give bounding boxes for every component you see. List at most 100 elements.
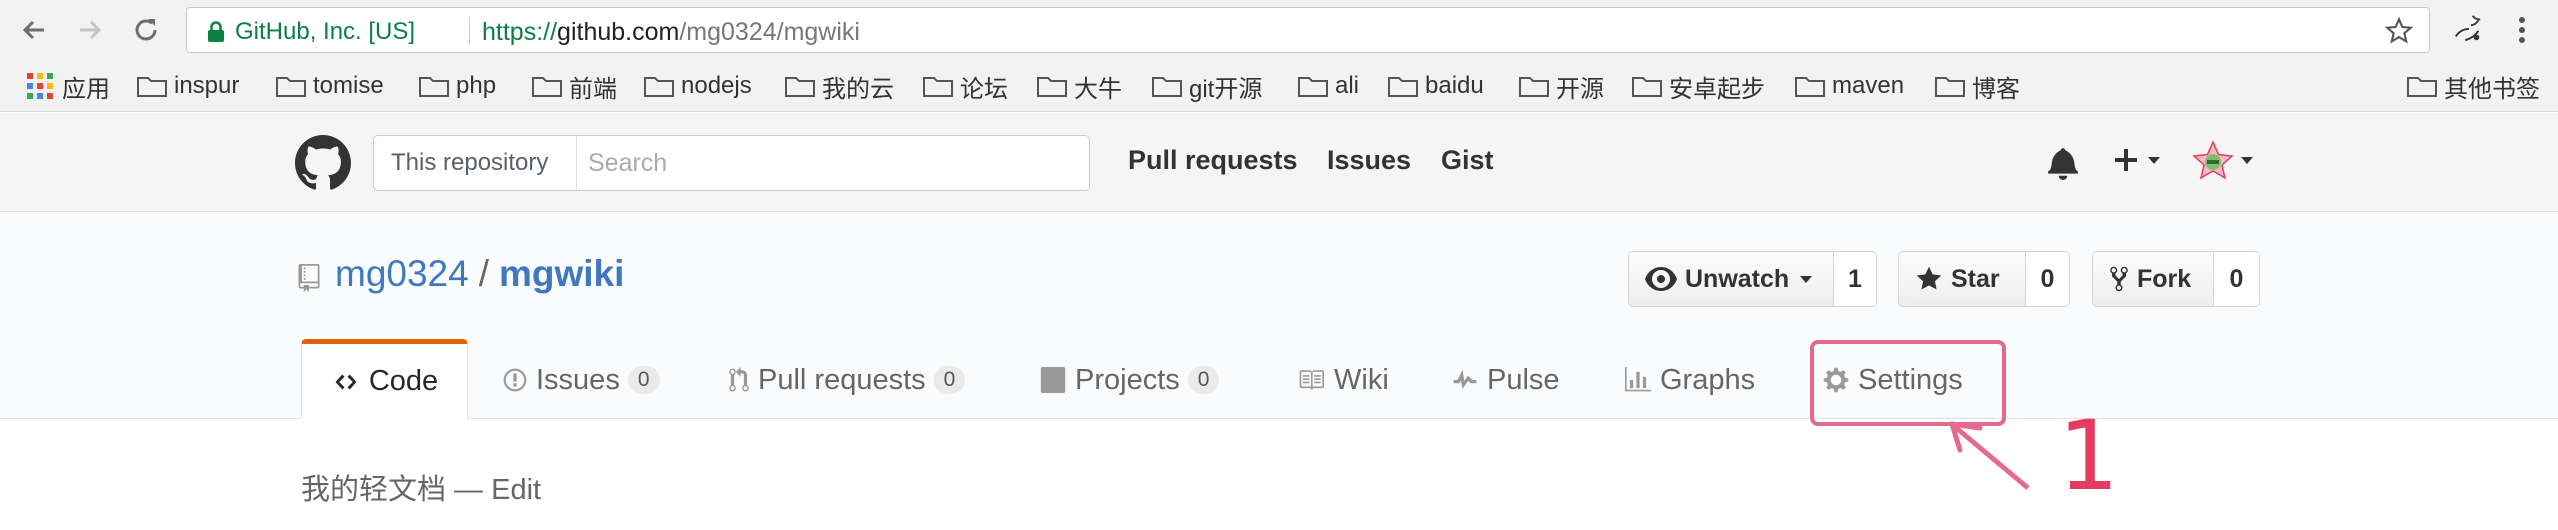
translate-extension-button[interactable] <box>2452 12 2484 44</box>
bookmark-folder[interactable]: inspur <box>137 71 239 101</box>
fork-label: Fork <box>2137 264 2192 293</box>
nav-gist[interactable]: Gist <box>1441 145 1494 176</box>
tab-wiki[interactable]: Wiki <box>1296 341 1389 419</box>
unwatch-label: Unwatch <box>1685 264 1790 293</box>
bookmark-folder[interactable]: 前端 <box>532 71 617 103</box>
tab-label: Code <box>368 365 439 397</box>
tab-code[interactable]: Code <box>301 339 468 419</box>
tab-label: Pull requests <box>758 363 926 396</box>
nav-issues[interactable]: Issues <box>1327 145 1411 176</box>
annotation-number: 1 <box>2058 400 2120 512</box>
folder-icon <box>785 77 815 97</box>
arrow-right-icon <box>80 20 102 40</box>
tab-graphs[interactable]: Graphs <box>1624 341 1755 419</box>
bookmark-folder[interactable]: 我的云 <box>785 71 894 103</box>
watchers-count[interactable]: 1 <box>1834 251 1877 307</box>
folder-icon <box>1632 77 1662 97</box>
bookmark-folder[interactable]: git开源 <box>1152 71 1263 103</box>
fork-button[interactable]: Fork <box>2092 251 2214 307</box>
bookmark-folder[interactable]: nodejs <box>644 71 752 101</box>
bookmark-label: nodejs <box>681 72 752 99</box>
tab-pulse[interactable]: Pulse <box>1451 341 1560 419</box>
url-text[interactable]: https://github.com/mg0324/mgwiki <box>482 18 860 47</box>
bookmark-label: baidu <box>1425 72 1484 99</box>
bookmark-star-icon[interactable] <box>2385 17 2413 45</box>
bookmark-folder[interactable]: 大牛 <box>1037 71 1122 103</box>
tab-label: Issues <box>536 363 620 396</box>
bookmark-label: maven <box>1832 72 1905 99</box>
forks-count[interactable]: 0 <box>2214 251 2260 307</box>
bookmark-label: 论坛 <box>960 75 1008 103</box>
notifications-bell-icon[interactable] <box>2048 146 2078 180</box>
graph-icon <box>1625 367 1651 392</box>
bookmark-folder[interactable]: 论坛 <box>923 71 1008 103</box>
tab-issues[interactable]: Issues 0 <box>502 341 660 419</box>
search-box: This repository <box>373 135 1090 191</box>
repo-title: mg0324/mgwiki <box>335 253 624 295</box>
bookmark-folder[interactable]: ali <box>1298 71 1359 101</box>
plus-icon <box>2115 149 2160 171</box>
bookmark-label: tomise <box>313 72 384 99</box>
bookmark-apps[interactable]: 应用 <box>26 71 110 103</box>
folder-icon <box>1298 77 1328 97</box>
bookmark-label: 安卓起步 <box>1669 75 1765 103</box>
reload-button[interactable] <box>130 14 162 46</box>
address-bar[interactable]: GitHub, Inc. [US] https://github.com/mg0… <box>186 7 2430 53</box>
bookmark-folder[interactable]: baidu <box>1388 71 1484 101</box>
tab-label: Projects <box>1075 363 1180 396</box>
tab-counter: 0 <box>1187 366 1220 394</box>
repo-description: 我的轻文档 — Edit <box>301 474 542 506</box>
folder-icon <box>532 77 562 97</box>
unwatch-button[interactable]: Unwatch <box>1628 251 1834 307</box>
bookmark-label: 大牛 <box>1074 75 1122 103</box>
folder-icon <box>1152 77 1182 97</box>
bookmark-label: git开源 <box>1189 75 1263 103</box>
other-bookmarks-folder[interactable]: 其他书签 <box>2407 71 2540 103</box>
browser-menu-button[interactable] <box>2506 14 2538 46</box>
search-input[interactable] <box>588 144 1068 182</box>
chevron-down-icon <box>1800 276 1813 283</box>
folder-icon <box>2407 77 2437 97</box>
divider <box>469 17 470 44</box>
tab-counter: 0 <box>933 366 966 394</box>
repo-header: mg0324/mgwiki Unwatch 1 Star 0 Fork 0 Co… <box>0 213 2558 419</box>
url-host: github.com <box>557 18 680 46</box>
folder-icon <box>923 77 953 97</box>
repo-name-link[interactable]: mgwiki <box>499 253 624 294</box>
repo-icon <box>298 264 320 292</box>
bookmark-label: inspur <box>174 72 240 99</box>
tab-projects[interactable]: Projects 0 <box>1039 341 1220 419</box>
folder-icon <box>644 77 674 97</box>
nav-pull-requests[interactable]: Pull requests <box>1128 145 1298 176</box>
bookmark-folder[interactable]: 博客 <box>1935 71 2020 103</box>
pulse-icon <box>1453 369 1477 390</box>
settings-highlight-box <box>1810 340 2006 426</box>
star-icon <box>1916 266 1942 290</box>
chevron-down-icon <box>2241 157 2253 164</box>
bookmark-label: php <box>456 72 497 99</box>
folder-icon <box>137 77 167 97</box>
stargazers-count[interactable]: 0 <box>2026 251 2070 307</box>
tab-counter: 0 <box>627 366 660 394</box>
forward-button[interactable] <box>74 14 106 46</box>
create-new-dropdown[interactable] <box>2112 143 2164 179</box>
tab-pull-requests[interactable]: Pull requests 0 <box>728 341 966 419</box>
folder-icon <box>1388 77 1418 97</box>
bookmark-folder[interactable]: php <box>419 71 496 101</box>
repo-owner-link[interactable]: mg0324 <box>335 253 469 294</box>
project-icon <box>1040 367 1066 393</box>
book-icon <box>1299 370 1324 390</box>
search-scope-label: This repository <box>374 136 577 190</box>
bookmark-folder[interactable]: 开源 <box>1519 71 1604 103</box>
back-button[interactable] <box>18 14 50 46</box>
bookmark-label: 前端 <box>569 75 617 103</box>
folder-icon <box>1935 77 1965 97</box>
bookmark-folder[interactable]: maven <box>1795 71 1904 101</box>
bookmark-label: 博客 <box>1972 75 2020 103</box>
star-button[interactable]: Star <box>1898 251 2026 307</box>
user-menu-dropdown[interactable] <box>2190 138 2254 184</box>
folder-icon <box>1037 77 1067 97</box>
github-logo-icon[interactable] <box>295 135 351 191</box>
bookmark-folder[interactable]: tomise <box>276 71 384 101</box>
bookmark-folder[interactable]: 安卓起步 <box>1632 71 1765 103</box>
